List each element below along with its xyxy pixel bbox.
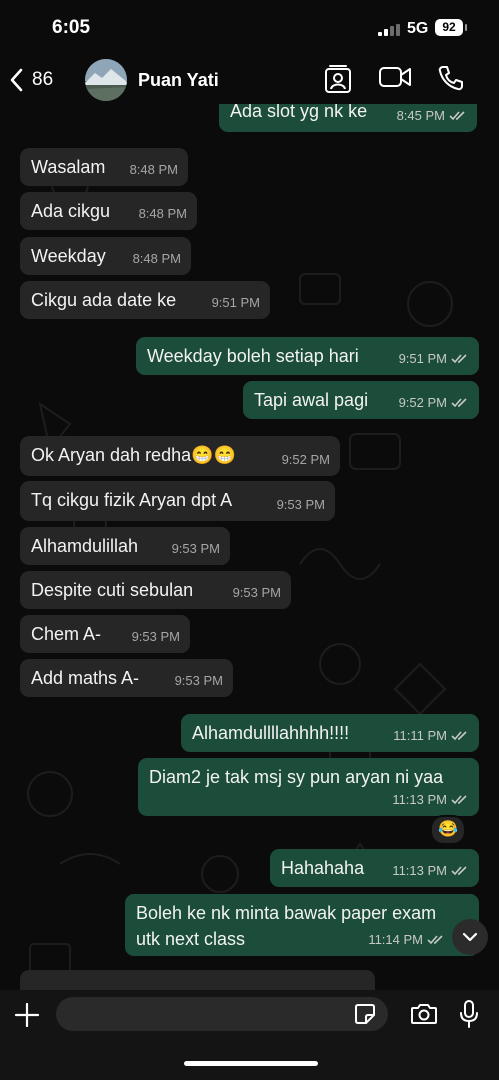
read-receipt-icon [427, 935, 443, 945]
message-bubble-outgoing[interactable]: Weekday boleh setiap hari 9:51 PM [136, 337, 479, 375]
signal-icon [378, 24, 400, 36]
battery-icon: 92 [435, 19, 463, 36]
message-text: Alhamdulillah [31, 536, 139, 556]
message-time: 11:14 PM [368, 932, 423, 947]
message-bubble-incoming[interactable]: Chem A- 9:53 PM [20, 615, 190, 653]
message-text: Wasalam [31, 157, 106, 177]
message-meta: 11:14 PM [368, 929, 445, 951]
message-bubble-incoming[interactable]: Cikgu ada date ke 9:51 PM [20, 281, 270, 319]
message-bubble-incoming[interactable]: Alhamdulillah 9:53 PM [20, 527, 230, 565]
read-receipt-icon [451, 866, 467, 876]
avatar[interactable] [85, 59, 127, 101]
status-bar: 6:05 5G 92 [0, 0, 499, 56]
message-time: 8:45 PM [396, 108, 445, 123]
message-time: 9:53 PM [276, 497, 325, 512]
message-text: Cikgu ada date ke [31, 290, 177, 310]
message-time: 8:48 PM [129, 162, 178, 177]
message-text: Chem A- [31, 624, 102, 644]
status-time: 6:05 [52, 17, 91, 38]
message-time: 9:53 PM [131, 629, 180, 644]
back-button[interactable]: 86 [10, 62, 70, 98]
message-time: 9:51 PM [398, 351, 447, 366]
sticker-icon[interactable] [354, 1003, 376, 1025]
read-receipt-icon [451, 398, 467, 408]
message-meta: 11:13 PM [392, 789, 469, 811]
message-text: Weekday boleh setiap hari [147, 346, 359, 366]
message-text: Ada cikgu [31, 201, 111, 221]
chevron-down-icon [462, 932, 478, 942]
message-time: 9:53 PM [171, 541, 220, 556]
message-meta: 11:11 PM [393, 725, 469, 747]
read-receipt-icon [451, 795, 467, 805]
message-text: Tq cikgu fizik Aryan dpt A [31, 490, 233, 510]
message-time: 9:53 PM [232, 585, 281, 600]
message-text: Diam2 je tak msj sy pun aryan ni yaa [149, 767, 444, 787]
reaction-badge[interactable]: 😂 [430, 815, 466, 845]
battery-cap [465, 24, 467, 31]
video-call-icon[interactable] [378, 64, 412, 90]
read-receipt-icon [451, 731, 467, 741]
message-text: Ok Aryan dah redha😁😁 [31, 445, 236, 465]
camera-icon[interactable] [410, 1002, 438, 1026]
message-bubble-incoming[interactable]: Tq cikgu fizik Aryan dpt A 9:53 PM [20, 481, 335, 521]
chevron-left-icon [10, 68, 23, 92]
unread-count: 86 [32, 69, 54, 90]
message-time: 11:13 PM [392, 792, 447, 807]
contact-name[interactable]: Puan Yati [138, 70, 219, 91]
message-time: 8:48 PM [138, 206, 187, 221]
message-text: Weekday [31, 246, 106, 266]
read-receipt-icon [451, 354, 467, 364]
message-time: 11:13 PM [392, 863, 447, 878]
message-meta: 9:52 PM [399, 392, 469, 414]
message-bubble-outgoing[interactable]: Ada slot yg nk ke 8:45 PM [219, 104, 477, 132]
message-text: Add maths A- [31, 668, 140, 688]
plus-icon[interactable] [14, 1002, 40, 1028]
message-time: 11:11 PM [393, 728, 447, 743]
message-time: 8:48 PM [132, 251, 181, 266]
message-meta: 9:51 PM [399, 348, 469, 370]
message-bubble-incoming[interactable]: Add maths A- 9:53 PM [20, 659, 233, 697]
message-input[interactable] [56, 997, 388, 1031]
message-bubble-outgoing[interactable]: Tapi awal pagi 9:52 PM [243, 381, 479, 419]
microphone-icon[interactable] [459, 999, 479, 1029]
message-text: Tapi awal pagi [254, 390, 369, 410]
chat-header: 86 Puan Yati [0, 56, 499, 104]
message-bubble-incoming[interactable]: Ok Aryan dah redha😁😁 9:52 PM [20, 436, 340, 476]
message-time: 9:51 PM [211, 295, 260, 310]
message-time: 9:52 PM [398, 395, 447, 410]
input-bar [0, 990, 499, 1080]
phone-call-icon[interactable] [437, 64, 465, 92]
message-text: Alhamdullllahhhh!!!! [192, 723, 350, 743]
contact-card-icon[interactable] [324, 64, 352, 94]
message-time: 9:52 PM [281, 452, 330, 467]
message-line: Boleh ke nk minta bawak paper exam [136, 903, 437, 923]
scroll-down-button[interactable] [452, 919, 488, 955]
chat-area[interactable]: Ada slot yg nk ke 8:45 PM Wasalam 8:48 P… [0, 104, 499, 990]
home-indicator [184, 1061, 318, 1066]
message-bubble-incoming[interactable]: Weekday 8:48 PM [20, 237, 191, 275]
message-bubble-outgoing[interactable]: Boleh ke nk minta bawak paper exam utk ne… [125, 894, 479, 956]
message-text: Hahahaha [281, 858, 365, 878]
message-meta: 11:13 PM [392, 860, 469, 882]
message-bubble-incoming[interactable]: Wasalam 8:48 PM [20, 148, 188, 186]
message-line: utk next class [136, 929, 246, 949]
message-bubble-outgoing[interactable]: Alhamdullllahhhh!!!! 11:11 PM [181, 714, 479, 752]
message-text: Despite cuti sebulan [31, 580, 194, 600]
avatar-image [85, 59, 127, 101]
message-bubble-outgoing[interactable]: Diam2 je tak msj sy pun aryan ni yaa 11:… [138, 758, 479, 816]
message-bubble-incoming[interactable]: Despite cuti sebulan 9:53 PM [20, 571, 291, 609]
message-bubble-outgoing[interactable]: Hahahaha 11:13 PM [270, 849, 479, 887]
message-bubble-incoming[interactable]: Ada cikgu 8:48 PM [20, 192, 197, 230]
network-type: 5G [407, 20, 429, 37]
message-time: 9:53 PM [174, 673, 223, 688]
read-receipt-icon [449, 111, 465, 121]
message-text: Ada slot yg nk ke [230, 104, 368, 121]
message-meta: 8:45 PM [397, 105, 467, 127]
message-bubble-incoming-partial[interactable] [20, 970, 375, 990]
